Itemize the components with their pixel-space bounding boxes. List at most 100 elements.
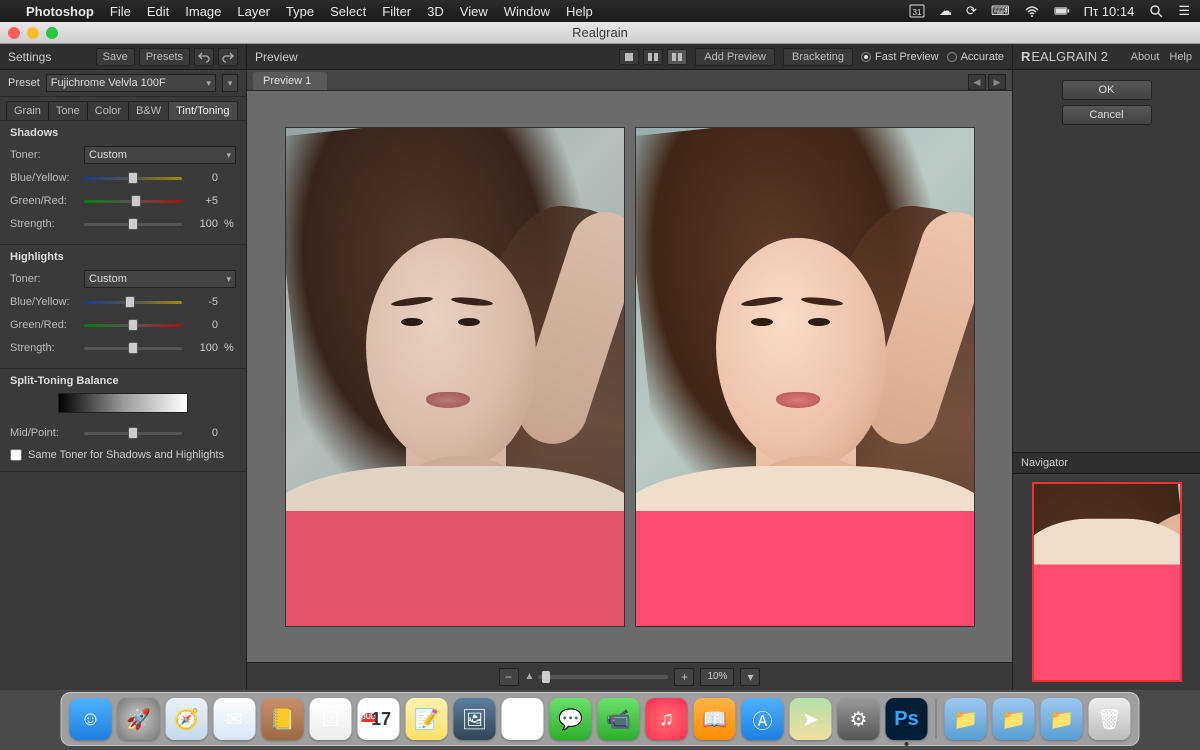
dock-folder-1-icon[interactable]: 📁 bbox=[945, 698, 987, 740]
spotlight-icon[interactable] bbox=[1148, 4, 1164, 18]
highlights-by-slider[interactable] bbox=[84, 296, 182, 308]
tab-color[interactable]: Color bbox=[87, 101, 129, 120]
wifi-icon[interactable] bbox=[1024, 4, 1040, 18]
shadows-by-slider[interactable] bbox=[84, 172, 182, 184]
preview-tab-1[interactable]: Preview 1 bbox=[253, 72, 327, 90]
fast-preview-radio[interactable]: Fast Preview bbox=[861, 51, 939, 63]
same-toner-checkbox[interactable] bbox=[10, 449, 22, 461]
tab-bw[interactable]: B&W bbox=[128, 101, 169, 120]
save-button[interactable]: Save bbox=[96, 48, 135, 66]
dock-sysprefs-icon[interactable]: ⚙ bbox=[838, 698, 880, 740]
redo-button[interactable] bbox=[218, 48, 238, 66]
dock-photos-icon[interactable]: ✿ bbox=[502, 698, 544, 740]
menu-layer[interactable]: Layer bbox=[237, 4, 270, 19]
menubar-clock[interactable]: Πτ 10:14 bbox=[1084, 4, 1135, 19]
accurate-radio[interactable]: Accurate bbox=[947, 51, 1004, 63]
preview-image-before[interactable] bbox=[285, 127, 625, 627]
dock-messages-icon[interactable]: 💬 bbox=[550, 698, 592, 740]
menu-view[interactable]: View bbox=[460, 4, 488, 19]
minimize-button[interactable] bbox=[27, 27, 39, 39]
tab-grain[interactable]: Grain bbox=[6, 101, 49, 120]
zoom-out-button[interactable]: − bbox=[499, 668, 519, 686]
dock-downloads-icon[interactable]: 📁 bbox=[1041, 698, 1083, 740]
view-single-icon[interactable] bbox=[619, 49, 639, 65]
dock-ibooks-icon[interactable]: 📖 bbox=[694, 698, 736, 740]
same-toner-row[interactable]: Same Toner for Shadows and Highlights bbox=[10, 449, 236, 461]
zoom-slider[interactable] bbox=[538, 675, 668, 679]
date-icon[interactable]: 31 bbox=[909, 4, 925, 18]
maximize-button[interactable] bbox=[46, 27, 58, 39]
shadows-strength-slider[interactable] bbox=[84, 218, 182, 230]
tab-tone[interactable]: Tone bbox=[48, 101, 88, 120]
dock-calendar-icon[interactable]: JUL17 bbox=[358, 698, 400, 740]
highlights-gr-slider[interactable] bbox=[84, 319, 182, 331]
dock-facetime-icon[interactable]: 📹 bbox=[598, 698, 640, 740]
menu-file[interactable]: File bbox=[110, 4, 131, 19]
presets-button[interactable]: Presets bbox=[139, 48, 190, 66]
battery-icon[interactable] bbox=[1054, 4, 1070, 18]
menu-image[interactable]: Image bbox=[185, 4, 221, 19]
menu-3d[interactable]: 3D bbox=[427, 4, 444, 19]
midpoint-slider[interactable] bbox=[84, 427, 182, 439]
tab-tint-toning[interactable]: Tint/Toning bbox=[168, 101, 237, 120]
menubar-app-name[interactable]: Photoshop bbox=[26, 4, 94, 19]
dock-mail-icon[interactable]: ✉ bbox=[214, 698, 256, 740]
dock-preview-icon[interactable]: 🖼 bbox=[454, 698, 496, 740]
bracketing-button[interactable]: Bracketing bbox=[783, 48, 853, 66]
dock-photoshop-icon[interactable]: Ps bbox=[886, 698, 928, 740]
next-tab-button[interactable]: ▶ bbox=[988, 74, 1006, 90]
sync-icon[interactable]: ⟳ bbox=[966, 3, 977, 19]
menu-edit[interactable]: Edit bbox=[147, 4, 169, 19]
shadows-strength-unit: % bbox=[224, 218, 236, 230]
undo-button[interactable] bbox=[194, 48, 214, 66]
menu-help[interactable]: Help bbox=[566, 4, 593, 19]
view-split-v-icon[interactable] bbox=[667, 49, 687, 65]
zoom-in-button[interactable]: + bbox=[674, 668, 694, 686]
preset-select[interactable]: Fujichrome Velvla 100F bbox=[46, 74, 216, 92]
prev-tab-button[interactable]: ◀ bbox=[968, 74, 986, 90]
zoom-value[interactable]: 10% bbox=[700, 668, 734, 686]
balance-swatches[interactable] bbox=[58, 393, 188, 413]
menu-select[interactable]: Select bbox=[330, 4, 366, 19]
zoom-thumb[interactable] bbox=[542, 671, 550, 683]
add-preview-button[interactable]: Add Preview bbox=[695, 48, 775, 66]
highlights-by-label: Blue/Yellow: bbox=[10, 296, 78, 308]
dock-notes-icon[interactable]: 📝 bbox=[406, 698, 448, 740]
dock-safari-icon[interactable]: 🧭 bbox=[166, 698, 208, 740]
menu-filter[interactable]: Filter bbox=[382, 4, 411, 19]
highlights-toner-select[interactable]: Custom bbox=[84, 270, 236, 288]
dock-maps-icon[interactable]: ➤ bbox=[790, 698, 832, 740]
dock-reminders-icon[interactable]: ☑ bbox=[310, 698, 352, 740]
menu-window[interactable]: Window bbox=[504, 4, 550, 19]
preview-image-after[interactable] bbox=[635, 127, 975, 627]
cloud-icon[interactable]: ☁ bbox=[939, 3, 952, 19]
close-button[interactable] bbox=[8, 27, 20, 39]
about-link[interactable]: About bbox=[1131, 51, 1160, 63]
menu-type[interactable]: Type bbox=[286, 4, 314, 19]
input-icon[interactable]: ⌨ bbox=[991, 3, 1010, 19]
shadows-strength-value: 100 bbox=[188, 218, 218, 230]
navigator-thumbnail[interactable] bbox=[1032, 482, 1182, 682]
dock-contacts-icon[interactable]: 📒 bbox=[262, 698, 304, 740]
dock-separator bbox=[936, 699, 937, 739]
ok-button[interactable]: OK bbox=[1062, 80, 1152, 100]
shadows-toner-select[interactable]: Custom bbox=[84, 146, 236, 164]
dock-launchpad-icon[interactable]: 🚀 bbox=[118, 698, 160, 740]
highlights-strength-value: 100 bbox=[188, 342, 218, 354]
help-link[interactable]: Help bbox=[1169, 51, 1192, 63]
window-titlebar: Realgrain bbox=[0, 22, 1200, 44]
zoom-dropdown-button[interactable]: ▾ bbox=[740, 668, 760, 686]
dock-finder-icon[interactable]: ☺ bbox=[70, 698, 112, 740]
shadows-gr-slider[interactable] bbox=[84, 195, 182, 207]
cancel-button[interactable]: Cancel bbox=[1062, 105, 1152, 125]
traffic-lights bbox=[8, 27, 58, 39]
dock-appstore-icon[interactable]: Ⓐ bbox=[742, 698, 784, 740]
highlights-strength-slider[interactable] bbox=[84, 342, 182, 354]
dock-documents-icon[interactable]: 📁 bbox=[993, 698, 1035, 740]
menu-extras-icon[interactable]: ☰ bbox=[1178, 3, 1190, 19]
view-split-h-icon[interactable] bbox=[643, 49, 663, 65]
dock-trash-icon[interactable]: 🗑 bbox=[1089, 698, 1131, 740]
dock-itunes-icon[interactable]: ♫ bbox=[646, 698, 688, 740]
preview-tab-nav: ◀ ▶ bbox=[968, 74, 1006, 90]
preset-dropdown-button[interactable]: ▾ bbox=[222, 74, 238, 92]
